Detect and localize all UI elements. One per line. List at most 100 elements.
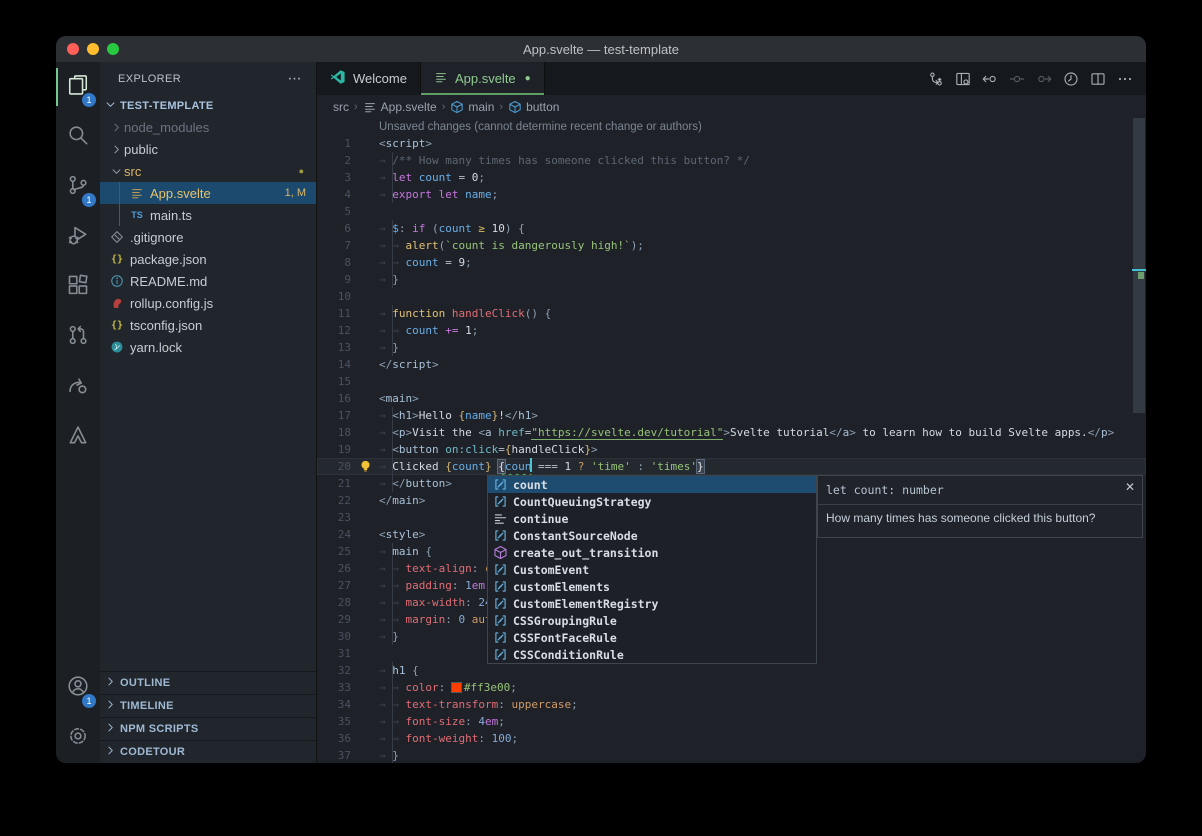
liveshare-icon xyxy=(67,374,89,401)
line-content: </main> xyxy=(379,492,425,509)
split-editor-icon[interactable] xyxy=(1089,70,1107,88)
title-bar[interactable]: App.svelte — test-template xyxy=(56,36,1146,62)
code-line[interactable]: 33→ → color: #ff3e00; xyxy=(317,679,1146,696)
breadcrumb-item-src[interactable]: src xyxy=(333,100,349,114)
line-number: 5 xyxy=(317,203,351,220)
file-row-readme-md[interactable]: README.md xyxy=(100,270,316,292)
suggest-item-cssconditionrule[interactable]: CSSConditionRule xyxy=(488,646,816,663)
code-line[interactable]: 1<script> xyxy=(317,135,1146,152)
file-row--gitignore[interactable]: .gitignore xyxy=(100,226,316,248)
file-row-app-svelte[interactable]: App.svelte1, M xyxy=(100,182,316,204)
suggest-item-cssfontfacerule[interactable]: CSSFontFaceRule xyxy=(488,629,816,646)
scrollbar-slider[interactable] xyxy=(1133,118,1145,413)
project-root-row[interactable]: TEST-TEMPLATE xyxy=(100,95,316,116)
suggest-item-cssgroupingrule[interactable]: CSSGroupingRule xyxy=(488,612,816,629)
section-codetour[interactable]: CODETOUR xyxy=(100,740,316,763)
file-row-yarn-lock[interactable]: yarn.lock xyxy=(100,336,316,358)
more-actions-icon[interactable] xyxy=(1116,70,1134,88)
code-line[interactable]: 17→ <h1>Hello {name}!</h1> xyxy=(317,407,1146,424)
code-line[interactable]: 8→ → count = 9; xyxy=(317,254,1146,271)
activity-search-button[interactable] xyxy=(56,112,100,162)
minimize-window-button[interactable] xyxy=(87,43,99,55)
suggest-item-customelements[interactable]: customElements xyxy=(488,578,816,595)
tab-app-svelte[interactable]: App.svelte ● xyxy=(421,62,545,95)
open-changes-icon[interactable] xyxy=(954,70,972,88)
rollup-file-icon xyxy=(108,296,126,310)
activity-source-control-button[interactable]: 1 xyxy=(56,162,100,212)
suggest-item-constantsourcenode[interactable]: ConstantSourceNode xyxy=(488,527,816,544)
activity-azure-button[interactable] xyxy=(56,412,100,462)
previous-change-icon[interactable] xyxy=(981,70,999,88)
code-line[interactable]: 2→ /** How many times has someone clicke… xyxy=(317,152,1146,169)
code-line[interactable]: 10 xyxy=(317,288,1146,305)
line-content: → <p>Visit the <a href="https://svelte.d… xyxy=(379,424,1114,441)
file-row-public[interactable]: public xyxy=(100,138,316,160)
activity-accounts-button[interactable]: 1 xyxy=(56,663,100,713)
code-line[interactable]: 20→ Clicked {count} {coun === 1 ? 'time'… xyxy=(317,458,1146,475)
code-line[interactable]: 37→ } xyxy=(317,747,1146,763)
code-line[interactable]: 4→ export let name; xyxy=(317,186,1146,203)
close-window-button[interactable] xyxy=(67,43,79,55)
file-label: App.svelte xyxy=(150,186,211,201)
activity-explorer-button[interactable]: 1 xyxy=(56,62,100,112)
section-npm-scripts[interactable]: NPM SCRIPTS xyxy=(100,717,316,740)
suggest-item-count[interactable]: count xyxy=(488,476,816,493)
code-line[interactable]: 36→ → font-weight: 100; xyxy=(317,730,1146,747)
suggest-item-countqueuingstrategy[interactable]: CountQueuingStrategy xyxy=(488,493,816,510)
breadcrumb-item-main[interactable]: main xyxy=(450,100,494,114)
file-row-node-modules[interactable]: node_modules xyxy=(100,116,316,138)
code-line[interactable]: 13→ } xyxy=(317,339,1146,356)
code-line[interactable]: 14</script> xyxy=(317,356,1146,373)
tab-welcome[interactable]: Welcome xyxy=(317,62,421,95)
file-row-tsconfig-json[interactable]: {}tsconfig.json xyxy=(100,314,316,336)
code-line[interactable]: 3→ let count = 0; xyxy=(317,169,1146,186)
code-line[interactable]: 18→ <p>Visit the <a href="https://svelte… xyxy=(317,424,1146,441)
suggest-item-customelementregistry[interactable]: CustomElementRegistry xyxy=(488,595,816,612)
zoom-window-button[interactable] xyxy=(107,43,119,55)
code-editor[interactable]: Unsaved changes (cannot determine recent… xyxy=(317,118,1146,763)
blame-annotation-line[interactable]: Unsaved changes (cannot determine recent… xyxy=(317,118,1146,135)
more-actions-icon[interactable]: ⋯ xyxy=(288,70,302,87)
activity-run-debug-button[interactable] xyxy=(56,212,100,262)
editor-scrollbar[interactable] xyxy=(1132,118,1146,763)
breadcrumb-item-button[interactable]: button xyxy=(508,100,559,114)
activity-settings-button[interactable] xyxy=(56,713,100,763)
line-number: 34 xyxy=(317,696,351,713)
activity-github-pull-requests-button[interactable] xyxy=(56,312,100,362)
code-line[interactable]: 5 xyxy=(317,203,1146,220)
code-line[interactable]: 19→ <button on:click={handleClick}> xyxy=(317,441,1146,458)
code-line[interactable]: 35→ → font-size: 4em; xyxy=(317,713,1146,730)
code-line[interactable]: 15 xyxy=(317,373,1146,390)
code-line[interactable]: 7→ → alert(`count is dangerously high!`)… xyxy=(317,237,1146,254)
code-line[interactable]: 11→ function handleClick() { xyxy=(317,305,1146,322)
line-number: 8 xyxy=(317,254,351,271)
code-line[interactable]: 9→ } xyxy=(317,271,1146,288)
suggest-label: CSSConditionRule xyxy=(513,648,624,662)
current-change-icon[interactable] xyxy=(1008,70,1026,88)
suggest-item-create_out_transition[interactable]: create_out_transition xyxy=(488,544,816,561)
activity-live-share-button[interactable] xyxy=(56,362,100,412)
activity-extensions-button[interactable] xyxy=(56,262,100,312)
section-outline[interactable]: OUTLINE xyxy=(100,671,316,694)
file-row-main-ts[interactable]: TSmain.ts xyxy=(100,204,316,226)
timeline-icon[interactable] xyxy=(1062,70,1080,88)
code-line[interactable]: 6→ $: if (count ≥ 10) { xyxy=(317,220,1146,237)
suggest-item-customevent[interactable]: CustomEvent xyxy=(488,561,816,578)
breadcrumb-item-app-svelte[interactable]: App.svelte xyxy=(363,100,437,114)
next-change-icon[interactable] xyxy=(1035,70,1053,88)
overview-cursor-marker xyxy=(1132,269,1146,271)
file-row-rollup-config-js[interactable]: rollup.config.js xyxy=(100,292,316,314)
unsaved-dot-icon[interactable]: ● xyxy=(525,73,531,84)
symbol-variable-icon xyxy=(492,494,508,510)
gitlens-graph-icon[interactable] xyxy=(927,70,945,88)
code-line[interactable]: 12→ → count += 1; xyxy=(317,322,1146,339)
breadcrumb-separator: › xyxy=(354,101,358,113)
section-timeline[interactable]: TIMELINE xyxy=(100,694,316,717)
code-line[interactable]: 32→ h1 { xyxy=(317,662,1146,679)
code-line[interactable]: 16<main> xyxy=(317,390,1146,407)
suggest-item-continue[interactable]: continue xyxy=(488,510,816,527)
code-line[interactable]: 34→ → text-transform: uppercase; xyxy=(317,696,1146,713)
line-content: → <button on:click={handleClick}> xyxy=(379,441,598,458)
file-row-package-json[interactable]: {}package.json xyxy=(100,248,316,270)
file-row-src[interactable]: src● xyxy=(100,160,316,182)
